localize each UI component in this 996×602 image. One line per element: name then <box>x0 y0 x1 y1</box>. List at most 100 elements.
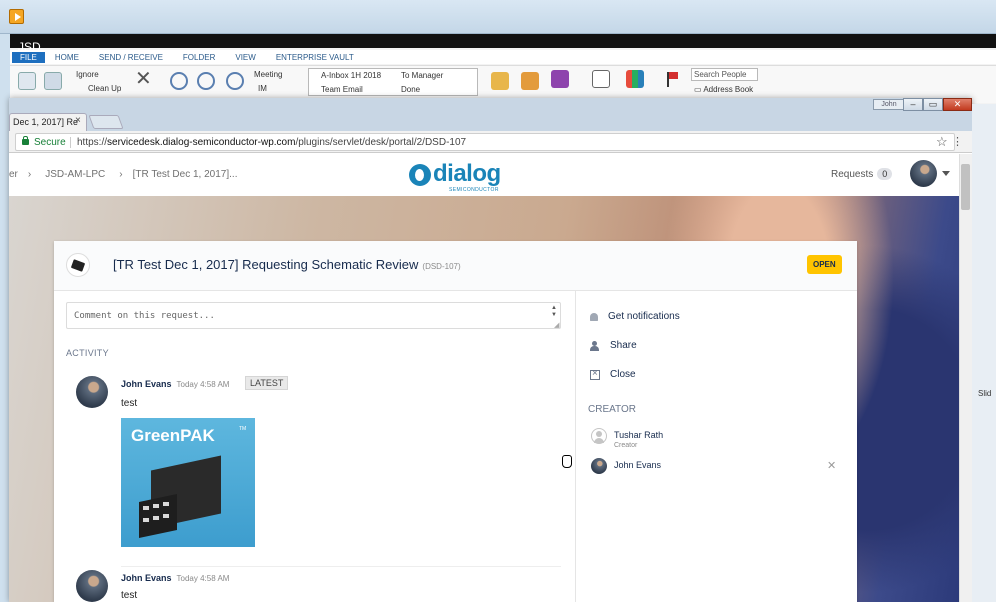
quick-step-to-manager[interactable]: To Manager <box>401 71 443 80</box>
activity-author: John Evans Today 4:58 AM <box>121 379 229 389</box>
comment-spinner-icon[interactable]: ▲ ▼ <box>551 305 557 319</box>
page-scrollbar-thumb[interactable] <box>961 164 970 210</box>
follow-up-flag-icon[interactable] <box>664 70 682 88</box>
request-title: [TR Test Dec 1, 2017] Requesting Schemat… <box>113 257 461 272</box>
dialog-logo[interactable]: dialog SEMICONDUCTOR <box>409 160 505 193</box>
move-icon[interactable] <box>491 72 509 90</box>
breadcrumb-item-request: [TR Test Dec 1, 2017]... <box>132 169 238 180</box>
logo-text: dialog <box>433 160 501 187</box>
url-field[interactable]: Secure https://servicedesk.dialog-semico… <box>15 133 955 151</box>
app-play-icon[interactable] <box>9 9 24 24</box>
activity-time: Today 4:58 AM <box>176 380 230 389</box>
activity-heading: ACTIVITY <box>66 348 109 358</box>
delete-icon[interactable]: ✕ <box>135 69 153 89</box>
reply-icon[interactable] <box>170 72 188 90</box>
meeting-button[interactable]: Meeting <box>254 70 282 79</box>
requests-link[interactable]: Requests 0 <box>831 168 893 180</box>
logo-subtitle: SEMICONDUCTOR <box>449 187 499 193</box>
ribbon-tab-folder[interactable]: FOLDER <box>173 53 225 62</box>
address-book-label: Address Book <box>703 85 754 94</box>
activity-time: Today 4:58 AM <box>176 574 230 583</box>
minimize-button[interactable]: – <box>903 98 923 111</box>
request-header: [TR Test Dec 1, 2017] Requesting Schemat… <box>54 241 857 291</box>
requests-count-badge: 0 <box>877 168 893 180</box>
page-scrollbar[interactable] <box>959 154 972 602</box>
url-path: /plugins/servlet/desk/portal/2/DSD-107 <box>295 137 467 148</box>
activity-author-name: John Evans <box>121 573 172 583</box>
breadcrumb: er › JSD-AM-LPC › [TR Test Dec 1, 2017].… <box>9 169 237 180</box>
chevron-down-icon[interactable] <box>942 171 950 176</box>
user-avatar[interactable] <box>910 160 937 187</box>
chip-pad <box>163 502 169 506</box>
participant-role: Creator <box>614 442 638 449</box>
quick-step-done[interactable]: Done <box>401 85 420 94</box>
ribbon-tab-home[interactable]: HOME <box>45 53 89 62</box>
ribbon-tab-view[interactable]: VIEW <box>225 53 265 62</box>
latest-badge: LATEST <box>245 376 289 390</box>
browser-tab-title: Dec 1, 2017] Re <box>13 117 79 127</box>
get-notifications-button[interactable]: Get notifications <box>590 311 680 322</box>
chip-pad <box>143 506 149 510</box>
activity-divider <box>121 566 561 567</box>
maximize-button[interactable]: ▭ <box>923 98 943 111</box>
dialog-logo-mark-icon <box>409 164 431 186</box>
profile-user-button[interactable]: John <box>873 99 905 110</box>
url-text: https://servicedesk.dialog-semiconductor… <box>77 137 466 148</box>
comment-input[interactable]: Comment on this request... ▲ ▼ ◢ <box>66 302 561 329</box>
greenpak-attachment-image[interactable]: GreenPAK TM <box>121 418 255 547</box>
tab-close-icon[interactable]: × <box>75 115 81 126</box>
ribbon-tab-file[interactable]: FILE <box>12 51 45 63</box>
greenpak-logo-text: GreenPAK <box>131 426 215 445</box>
search-people-placeholder: Search People <box>694 70 747 79</box>
new-items-icon[interactable] <box>44 72 62 90</box>
ribbon-tab-enterprise-vault[interactable]: ENTERPRISE VAULT <box>266 53 364 62</box>
close-icon <box>590 368 600 380</box>
close-window-button[interactable]: ✕ <box>943 98 972 111</box>
breadcrumb-separator: › <box>119 169 123 180</box>
activity-text: test <box>121 590 138 601</box>
person-icon <box>590 340 600 351</box>
categorize-icon[interactable] <box>626 70 644 88</box>
search-people-input[interactable]: Search People <box>691 68 758 81</box>
quick-steps-gallery[interactable]: A-Inbox 1H 2018 To Manager Team Email Do… <box>308 68 478 96</box>
participant-name: John Evans <box>614 460 662 470</box>
im-button[interactable]: IM <box>258 84 267 93</box>
browser-menu-icon[interactable]: ⋮ <box>952 135 963 148</box>
quick-step-team-email[interactable]: Team Email <box>321 85 363 94</box>
portal-header: er › JSD-AM-LPC › [TR Test Dec 1, 2017].… <box>9 154 959 196</box>
os-window-titlebar <box>0 0 996 34</box>
quick-step-inbox[interactable]: A-Inbox 1H 2018 <box>321 71 381 80</box>
background-window-strip: Slid <box>972 104 996 602</box>
ignore-button[interactable]: Ignore <box>76 70 99 79</box>
ribbon-tab-send-receive[interactable]: SEND / RECEIVE <box>89 53 173 62</box>
bookmark-star-icon[interactable]: ☆ <box>936 134 948 150</box>
url-scheme: https:// <box>77 137 108 148</box>
activity-text: test <box>121 398 138 409</box>
request-sidebar: Get notifications Share Close CREATOR Tu… <box>575 291 857 602</box>
onenote-icon[interactable] <box>551 70 569 88</box>
unread-icon[interactable] <box>592 70 610 88</box>
comment-placeholder: Comment on this request... <box>74 311 215 321</box>
remove-participant-icon[interactable]: ✕ <box>827 459 836 472</box>
reply-all-icon[interactable] <box>197 72 215 90</box>
trademark-symbol: TM <box>239 426 247 432</box>
requests-label: Requests <box>831 168 874 180</box>
rules-icon[interactable] <box>521 72 539 90</box>
address-book-button[interactable]: ▭ Address Book <box>694 85 753 94</box>
breadcrumb-item-portal[interactable]: er <box>9 169 18 180</box>
share-button[interactable]: Share <box>590 340 637 351</box>
browser-tab-bar: Dec 1, 2017] Re × John – ▭ ✕ <box>9 98 972 131</box>
breadcrumb-item-project[interactable]: JSD-AM-LPC <box>45 169 105 180</box>
forward-icon[interactable] <box>226 72 244 90</box>
request-title-text: [TR Test Dec 1, 2017] Requesting Schemat… <box>113 257 419 272</box>
default-avatar-icon <box>591 428 607 444</box>
chip-pad <box>163 514 169 518</box>
close-request-button[interactable]: Close <box>590 368 636 380</box>
clean-up-button[interactable]: Clean Up <box>88 84 121 93</box>
resize-handle-icon[interactable]: ◢ <box>554 321 559 329</box>
new-tab-button[interactable] <box>88 115 124 129</box>
request-key: (DSD-107) <box>422 262 461 271</box>
participant-name: Tushar Rath <box>614 430 664 440</box>
chip-pad <box>153 504 159 508</box>
new-email-icon[interactable] <box>18 72 36 90</box>
